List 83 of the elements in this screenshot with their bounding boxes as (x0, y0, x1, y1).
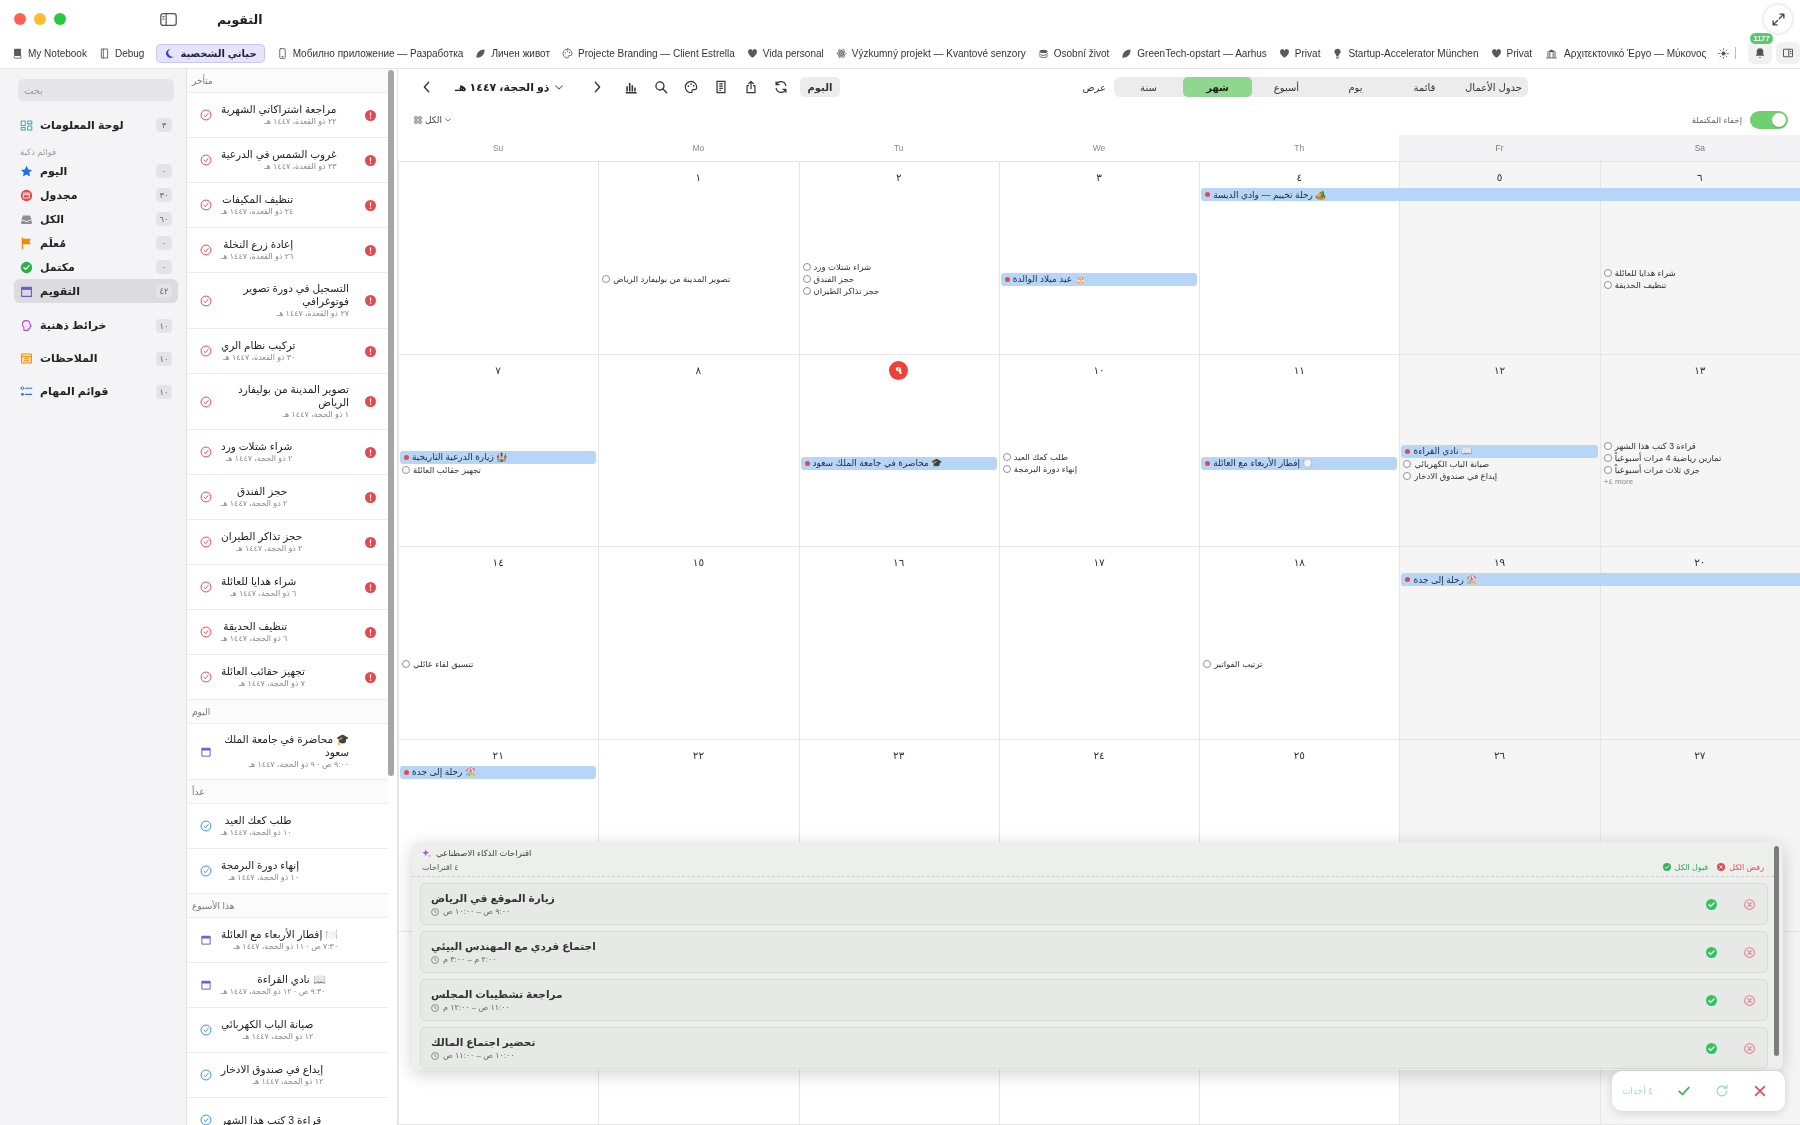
count-badge: ٠ (156, 164, 172, 178)
day-number: ٢٧ (1693, 747, 1707, 763)
task-date: ٦ ذو الحجة، ١٤٤٧ هـ (230, 588, 297, 599)
section-label: قوائم ذكية (19, 146, 58, 159)
day-number: ١٧ (1092, 555, 1106, 571)
day-number: ١٩ (1492, 555, 1507, 571)
day-number: ١٣ (1693, 362, 1707, 378)
day-number: ١٠ (1092, 362, 1106, 378)
task-date: ٧:٣٠ ص · ١١ ذو الحجة، ١٤٤٧ هـ (233, 941, 339, 952)
panel-title: اقتراحات الذكاء الاصطناعي (436, 848, 532, 858)
count-badge: ٠ (156, 260, 172, 274)
suggestion-count: ٤ اقتراحات (422, 862, 459, 872)
day-number: ٤ (1295, 170, 1304, 185)
day-number: ٢٣ (892, 747, 906, 763)
task-date: ٧ ذو الحجة، ١٤٤٧ هـ (238, 678, 305, 689)
task-date: ١٠ ذو الحجة، ١٤٤٧ هـ (228, 872, 300, 883)
task-date: ٢٦ ذو القعدة، ١٤٤٧ هـ (221, 251, 294, 262)
task-date: ٣٠ ذو القعدة، ١٤٤٧ هـ (223, 352, 296, 363)
task-date: ٢ ذو الحجة، ١٤٤٧ هـ (226, 453, 293, 464)
count-badge: ٦٠ (156, 212, 172, 226)
day-number: ٢ (894, 170, 903, 185)
weekday-label: Su (491, 142, 505, 155)
day-number: ٢٢ (691, 747, 706, 763)
event-count: ٤ أحداث (1621, 1086, 1653, 1096)
weekday-label: Tu (892, 142, 905, 155)
count-badge: ١٠ (156, 384, 172, 399)
day-number: ٥ (1495, 170, 1504, 185)
weekday-label: Th (1293, 142, 1306, 155)
suggestion-title: زيارة الموقع في الرياض (431, 892, 555, 904)
task-date: ٩:٣٠ ص · ١٢ ذو الحجة، ١٤٤٧ هـ (221, 986, 326, 997)
weekday-label: We (1091, 142, 1107, 155)
day-number: ٢٥ (1292, 747, 1306, 763)
suggestion-title: مراجعة تشطيبات المجلس (431, 988, 563, 1000)
task-date: ٢٣ ذو القعدة، ١٤٤٧ هـ (264, 161, 337, 172)
task-date: ٢٧ ذو القعدة، ١٤٤٧ هـ (276, 308, 349, 319)
task-date: ٢ ذو الحجة، ١٤٤٧ هـ (236, 543, 303, 554)
day-number: ٢٤ (1092, 747, 1106, 763)
weekday-label: Sa (1599, 135, 1800, 161)
day-number: ٩ (889, 360, 909, 380)
count-badge: ١٠ (156, 318, 172, 333)
count-badge: ٠ (156, 236, 172, 250)
window-title: التقويم (217, 11, 263, 27)
task-date: ٩:٠٠ ص · ٩ ذو الحجة، ١٤٤٧ هـ (248, 759, 349, 770)
count-badge: ٣ (156, 118, 172, 132)
task-date: ٢ ذو الحجة، ١٤٤٧ هـ (221, 498, 288, 509)
task-date: ١٢ ذو الحجة، ١٤٤٧ هـ (242, 1031, 314, 1042)
day-number: ١٦ (892, 555, 906, 571)
section-header: هذا الأسبوع (192, 900, 235, 911)
weekday-label: Fr (1399, 135, 1600, 161)
suggestion-title: اجتماع فردي مع المهندس البيئي (431, 940, 596, 952)
count-badge: ١٠ (156, 351, 172, 366)
day-number: ٨ (694, 362, 703, 378)
day-number: ٢٦ (1492, 747, 1507, 763)
task-date: ٢٢ ذو القعدة، ١٤٤٧ هـ (264, 116, 337, 127)
task-date: ١ ذو الحجة، ١٤٤٧ هـ (282, 409, 349, 420)
toggle-label: إخفاء المكتملة (1691, 115, 1742, 125)
task-date: ١٠ ذو الحجة، ١٤٤٧ هـ (221, 827, 292, 838)
day-number: ٢١ (491, 747, 505, 763)
day-number: ١٥ (691, 555, 706, 571)
section-header: غداً (192, 786, 204, 797)
day-number: ٢٠ (1693, 555, 1707, 571)
task-date: ٢٤ ذو القعدة، ١٤٤٧ هـ (221, 206, 294, 217)
suggestion-time: ٢:٠٠ م – ٣:٠٠ م (443, 955, 497, 964)
view-label: عرض (1082, 81, 1106, 93)
suggestion-time: ١١:٠٠ ص – ١٢:٠٠ م (443, 1003, 510, 1012)
weekday-label: Mo (691, 142, 706, 155)
day-number: ١١ (1292, 362, 1306, 378)
day-number: ١ (694, 170, 703, 185)
day-number: ١٢ (1492, 362, 1507, 378)
section-header: اليوم (192, 706, 211, 717)
suggestion-time: ١٠:٠٠ ص – ١١:٠٠ ص (443, 1051, 515, 1060)
task-date: ٦ ذو الحجة، ١٤٤٧ هـ (221, 633, 288, 644)
day-number: ٧ (494, 362, 502, 378)
count-badge: ٣٠ (156, 188, 172, 202)
suggestion-time: ٩:٠٠ ص – ١٠:٠٠ ص (443, 907, 511, 916)
day-number: ٦ (1696, 170, 1704, 185)
task-date: ١٢ ذو الحجة، ١٤٤٧ هـ (252, 1076, 324, 1087)
section-header: متأخر (192, 75, 213, 86)
day-number: ١٤ (491, 555, 505, 571)
day-number: ١٨ (1292, 555, 1306, 571)
suggestion-title: تحضير اجتماع المالك (431, 1036, 536, 1048)
count-badge: ٤٢ (156, 284, 172, 298)
day-number: ٣ (1095, 170, 1103, 185)
